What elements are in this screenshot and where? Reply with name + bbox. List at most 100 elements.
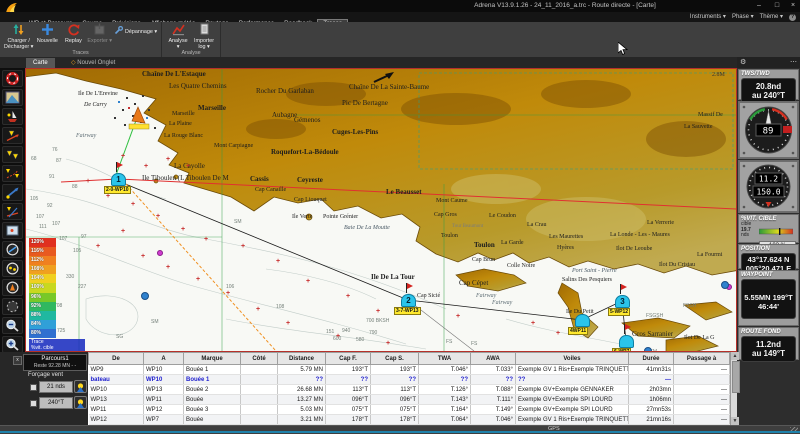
blue-arrow-button[interactable]	[2, 184, 23, 201]
cell-cap-f: 193°T	[326, 365, 371, 375]
mob-lifebuoy-button[interactable]	[2, 70, 23, 87]
replay-icon	[67, 23, 80, 38]
parcours-close-button[interactable]: x	[13, 356, 22, 365]
waypoint-dome[interactable]: 2	[401, 294, 416, 307]
marks-route-button[interactable]	[2, 165, 23, 182]
depth-sounding: FSGSH	[646, 313, 663, 319]
column-header-cap-s[interactable]: Cap S.	[371, 353, 419, 365]
tab-carte[interactable]: Carte	[26, 58, 55, 68]
circle-arrow-icon	[3, 243, 22, 256]
cell-c-t	[241, 405, 278, 415]
chart-small-button[interactable]	[2, 222, 23, 239]
routing-button[interactable]	[2, 203, 23, 220]
menu-item-instruments[interactable]: Instruments ▾	[690, 14, 726, 20]
waypoint-dome[interactable]	[619, 335, 634, 348]
cell-twa: T.064°	[419, 415, 471, 425]
scroll-thumb[interactable]	[732, 361, 740, 393]
table-row-4[interactable]: WP11WP12Bouée 35.03 MN075°T075°TT.164°T.…	[89, 405, 730, 415]
table-row-2[interactable]: WP10WP13Bouée 226.68 MN113°T113°TT.126°T…	[89, 385, 730, 395]
wind-dir-field[interactable]: 240°T	[39, 397, 73, 409]
d-pannage-button[interactable]: Dépannage ▾	[114, 26, 157, 37]
boat-button[interactable]	[2, 108, 23, 125]
table-scrollbar[interactable]: ▲ ▼	[730, 352, 737, 425]
more-options-icon[interactable]: ⋯	[790, 57, 797, 68]
waypoint-dome[interactable]: 1	[111, 173, 126, 186]
menu-item-phase[interactable]: Phase ▾	[732, 14, 754, 20]
menu-right-items: Instruments ▾ Phase ▾ Thème ▾?	[684, 13, 796, 21]
cell-dur-e: 1h06mn	[629, 395, 674, 405]
table-row-5[interactable]: WP12WP7Bouée3.21 MN178°T178°TT.064°T.046…	[89, 415, 730, 425]
close-button[interactable]: ×	[786, 1, 800, 11]
cell-c-t	[241, 395, 278, 405]
circle-marks-button[interactable]	[2, 260, 23, 277]
chart-symbol-plus: +	[121, 154, 125, 160]
depth-sounding: 97	[81, 234, 87, 240]
cell-cap-s: 096°T	[371, 395, 419, 405]
marks-pair-button[interactable]	[2, 146, 23, 163]
gear-icon[interactable]: ⚙	[740, 59, 746, 66]
chart-symbol-dot-magenta	[157, 250, 163, 256]
map-label-ilot-de-leoube: Ilot De Leoube	[616, 246, 652, 252]
column-header-dur-e[interactable]: Durée	[629, 353, 674, 365]
table-row-0[interactable]: WP9WP10Bouée 15.79 MN193°T193°TT.046°T.0…	[89, 365, 730, 375]
circle-arrow-button[interactable]	[2, 241, 23, 258]
waypoint-dome[interactable]: 3	[615, 295, 630, 308]
column-header-passage[interactable]: Passage à	[674, 353, 730, 365]
ribbon-button-label: Charger / Décharger ▾	[4, 38, 33, 50]
route-table[interactable]: DeAMarqueCôtéDistanceCap F.Cap S.TWAAWAV…	[88, 352, 730, 425]
chart-symbol-plus: +	[166, 265, 170, 271]
waypoint-tag: 4WP11	[568, 327, 588, 335]
cell-passage: —	[674, 365, 730, 375]
tab-nouvel-onglet[interactable]: ◇ Nouvel Onglet	[64, 58, 122, 68]
analyse-button[interactable]: Analyse ▾	[166, 23, 190, 50]
cell-voiles: Exemple GV+Exemple SPI LOURD	[516, 405, 629, 415]
column-header-a[interactable]: A	[144, 353, 184, 365]
maximize-button[interactable]: □	[770, 1, 784, 11]
nouvelle-button[interactable]: Nouvelle	[35, 23, 59, 44]
importer-log-button[interactable]: Importer log ▾	[192, 23, 216, 50]
legend-band: 108%	[29, 265, 56, 274]
zoom-out-button[interactable]	[2, 317, 23, 334]
cell-marque: Bouée 2	[184, 385, 241, 395]
depth-sounding: 91	[49, 174, 55, 180]
chart-symbol-plus: +	[181, 227, 185, 233]
zoom-in-button[interactable]	[2, 336, 23, 353]
wind-speed-field[interactable]: 21 nds	[39, 381, 73, 393]
help-icon[interactable]: ?	[789, 14, 796, 21]
replay-button[interactable]: Replay	[61, 23, 85, 44]
charger-d-charger-button[interactable]: Charger / Décharger ▾	[4, 23, 33, 50]
exporter-button[interactable]: Exporter ▾	[87, 23, 112, 44]
column-header-distance[interactable]: Distance	[278, 353, 326, 365]
menu-item-th-me[interactable]: Thème ▾	[760, 14, 783, 20]
analyse-icon	[172, 23, 185, 38]
table-row-3[interactable]: WP13WP11Bouée13.27 MN096°T096°TT.143°T.1…	[89, 395, 730, 405]
table-row-1[interactable]: bateauWP10Bouée 1????????????—	[89, 375, 730, 385]
scroll-up-icon[interactable]: ▲	[731, 352, 739, 360]
chart-symbol-plus: +	[121, 229, 125, 235]
dotted-circle-icon	[3, 300, 22, 313]
dotted-circle-button[interactable]	[2, 298, 23, 315]
waypoint-dome[interactable]	[575, 314, 590, 327]
scroll-down-icon[interactable]: ▼	[731, 417, 739, 425]
wind-speed-source-button[interactable]	[74, 380, 87, 393]
depth-sounding: 92	[47, 203, 53, 209]
ribbon-group-label: Analyse	[162, 50, 220, 56]
wind-dir-source-button[interactable]	[74, 396, 87, 409]
chart-button[interactable]	[2, 89, 23, 106]
column-header-de[interactable]: De	[89, 353, 144, 365]
minimize-button[interactable]: –	[752, 1, 766, 11]
circle-cone-button[interactable]	[2, 279, 23, 296]
column-header-awa[interactable]: AWA	[471, 353, 516, 365]
column-header-voiles[interactable]: Voiles	[516, 353, 629, 365]
cell-a: WP7	[144, 415, 184, 425]
column-header-twa[interactable]: TWA	[419, 353, 471, 365]
wind-speed-checkbox[interactable]	[30, 384, 37, 391]
wind-dir-checkbox[interactable]	[30, 400, 37, 407]
route-fond-dir: au 149°T	[742, 349, 795, 358]
nautical-chart[interactable]: 120%116%112%108%104%100%96%92%88%84%80% …	[25, 68, 737, 352]
chart-symbol-plus: +	[166, 157, 170, 163]
column-header-c-t[interactable]: Côté	[241, 353, 278, 365]
mark-arrow-button[interactable]	[2, 127, 23, 144]
column-header-cap-f[interactable]: Cap F.	[326, 353, 371, 365]
column-header-marque[interactable]: Marque	[184, 353, 241, 365]
